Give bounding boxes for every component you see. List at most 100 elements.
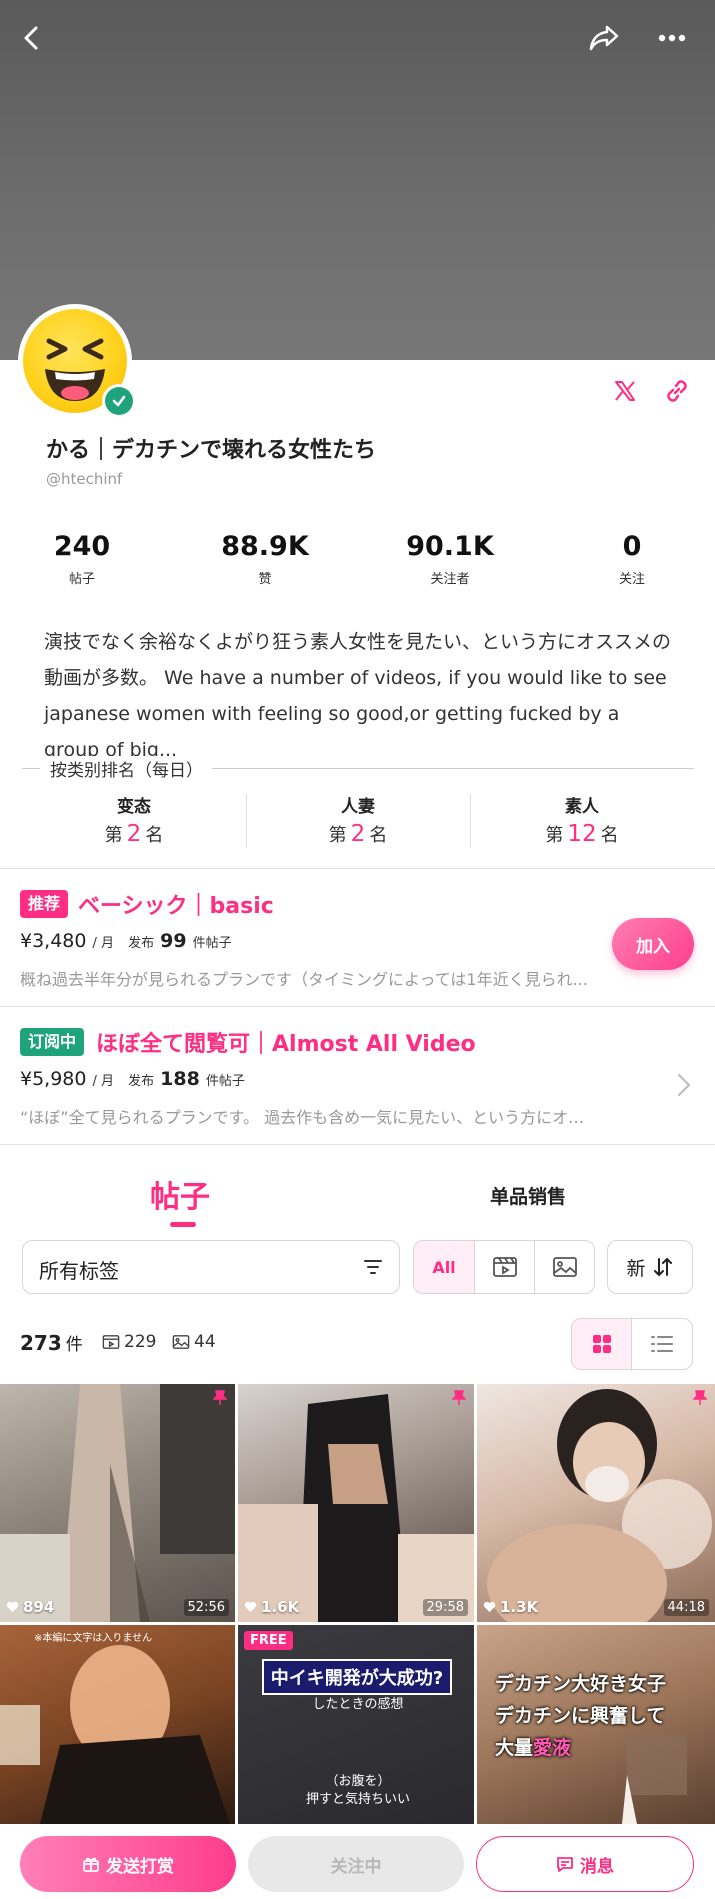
filter-row: 所有标签 All 新 [0, 1240, 715, 1294]
checkmark-icon [112, 395, 126, 407]
like-count-value: 1.3K [500, 1598, 539, 1616]
profile-name: かる｜デカチンで壊れる女性たち [46, 438, 377, 463]
plan-title: ベーシック｜basic [78, 894, 274, 919]
x-social-button[interactable] [608, 374, 642, 408]
tag-filter-select[interactable]: 所有标签 [22, 1240, 400, 1294]
stat-label: 赞 [258, 572, 272, 587]
image-icon [172, 1335, 190, 1349]
divider [0, 868, 715, 869]
list-view-button[interactable] [632, 1319, 692, 1369]
profile-bio: 演技でなく余裕なくよがり狂う素人女性を見たい、という方にオススメの動画が多数。 … [44, 631, 672, 761]
plan-price-unit: / 月 [92, 1074, 115, 1089]
plan-price-row: ¥5,980 / 月 发布 188 件帖子 [20, 1068, 245, 1090]
back-button[interactable] [12, 18, 52, 58]
ranking-header: 按类别排名（每日） [22, 756, 694, 781]
divider [22, 768, 40, 769]
post-thumbnail[interactable]: ※本編に文字は入りません [0, 1625, 235, 1824]
text-segment-highlight: 愛液 [533, 1737, 572, 1759]
thumbnail-caption-bottom: （お腹を） 押すと気持ちいい [238, 1773, 474, 1809]
share-button[interactable] [584, 18, 624, 58]
stat-followers[interactable]: 90.1K 关注者 [370, 530, 530, 587]
divider [0, 1144, 715, 1145]
free-badge: FREE [244, 1631, 293, 1650]
plan-card-basic[interactable]: 推荐 ベーシック｜basic ¥3,480 / 月 发布 99 件帖子 概ね過去… [0, 882, 715, 1010]
stat-following[interactable]: 0 关注 [552, 530, 712, 587]
following-button[interactable]: 关注中 [248, 1836, 464, 1892]
thumbnail-text-line: 大量愛液 [495, 1733, 695, 1760]
avatar[interactable] [18, 304, 136, 418]
chevron-right-icon[interactable] [676, 1072, 692, 1102]
video-duration: 52:56 [183, 1599, 229, 1616]
send-tip-button[interactable]: 发送打赏 [20, 1836, 236, 1892]
plan-price-unit: / 月 [92, 936, 115, 951]
thumbnail-caption-sub: したときの感想 [312, 1697, 404, 1712]
like-count: 1.3K [483, 1598, 538, 1616]
tab-single-sale[interactable]: 单品销售 [490, 1182, 566, 1209]
heart-icon [483, 1601, 496, 1612]
post-thumbnail[interactable]: FREE 中イキ開発が大成功? したときの感想 （お腹を） 押すと気持ちいい [238, 1625, 474, 1824]
link-button[interactable] [660, 374, 694, 408]
rank-prefix: 第 [104, 825, 123, 846]
post-thumbnail[interactable]: 894 52:56 [0, 1384, 235, 1622]
type-video-button[interactable] [474, 1241, 534, 1293]
tag-filter-value: 所有标签 [39, 1259, 119, 1283]
total-count-value: 273 [20, 1331, 62, 1355]
ranking-title: 按类别排名（每日） [44, 756, 209, 781]
post-thumbnail[interactable]: 1.6K 29:58 [238, 1384, 474, 1622]
stat-label: 关注者 [430, 572, 470, 587]
stat-value: 90.1K [406, 531, 494, 562]
more-dots-icon [658, 34, 686, 42]
video-icon [492, 1257, 517, 1277]
video-count-value: 229 [124, 1332, 157, 1352]
pin-icon [451, 1390, 467, 1410]
caption-line: 押すと気持ちいい [305, 1792, 410, 1807]
gift-icon [83, 1857, 99, 1872]
sort-icon [653, 1258, 672, 1276]
plan-price-row: ¥3,480 / 月 发布 99 件帖子 [20, 930, 232, 952]
type-image-button[interactable] [534, 1241, 594, 1293]
thumbnail-image [0, 1384, 235, 1622]
tab-posts[interactable]: 帖子 [150, 1172, 210, 1216]
divider [212, 768, 694, 769]
plan-post-count: 188 [160, 1068, 200, 1090]
ranking-position: 第 12 名 [470, 821, 694, 847]
send-tip-label: 发送打赏 [106, 1856, 174, 1877]
ranking-category: 人妻 [341, 797, 375, 817]
plan-price: ¥3,480 [20, 930, 87, 952]
post-thumbnail[interactable]: デカチン大好き女子 デカチンに興奮して 大量愛液 [477, 1625, 715, 1824]
ranking-category: 变态 [117, 797, 151, 817]
post-thumbnail[interactable]: 1.3K 44:18 [477, 1384, 715, 1622]
more-button[interactable] [652, 18, 692, 58]
plan-card-almost-all[interactable]: 订阅中 ほぼ全て閲覧可｜Almost All Video ¥5,980 / 月 … [0, 1020, 715, 1148]
grid-icon [592, 1335, 611, 1353]
rank-prefix: 第 [328, 825, 347, 846]
link-icon [667, 380, 687, 402]
grid-view-button[interactable] [572, 1319, 632, 1369]
x-logo-icon [615, 381, 635, 401]
bottom-action-bar: 发送打赏 关注中 消息 [0, 1824, 715, 1899]
image-count-value: 44 [194, 1332, 216, 1352]
type-all-button[interactable]: All [414, 1241, 474, 1293]
message-label: 消息 [580, 1856, 614, 1877]
stat-label: 帖子 [68, 572, 95, 587]
join-button[interactable]: 加入 [612, 918, 694, 970]
filter-icon [361, 1255, 385, 1283]
stat-likes[interactable]: 88.9K 赞 [185, 530, 345, 587]
verified-badge [102, 384, 136, 418]
rank-number: 2 [126, 821, 142, 847]
pin-icon [212, 1390, 228, 1410]
post-count-row: 273 件 229 44 [0, 1318, 715, 1370]
divider [0, 1006, 715, 1007]
message-button[interactable]: 消息 [476, 1836, 694, 1892]
stat-posts[interactable]: 240 帖子 [2, 530, 162, 587]
thumbnail-caption: 中イキ開発が大成功? [262, 1659, 452, 1695]
video-duration: 29:58 [422, 1599, 468, 1616]
ranking-item[interactable]: 人妻 第2名 [246, 792, 470, 852]
content-tabs: 帖子 单品销售 [0, 1172, 715, 1232]
heart-icon [6, 1601, 19, 1612]
ranking-item[interactable]: 变态 第2名 [22, 792, 246, 852]
ranking-item[interactable]: 素人 第 12 名 [470, 792, 694, 852]
pin-icon [692, 1390, 708, 1410]
sort-button[interactable]: 新 [607, 1240, 693, 1294]
active-tab-indicator [170, 1222, 196, 1227]
